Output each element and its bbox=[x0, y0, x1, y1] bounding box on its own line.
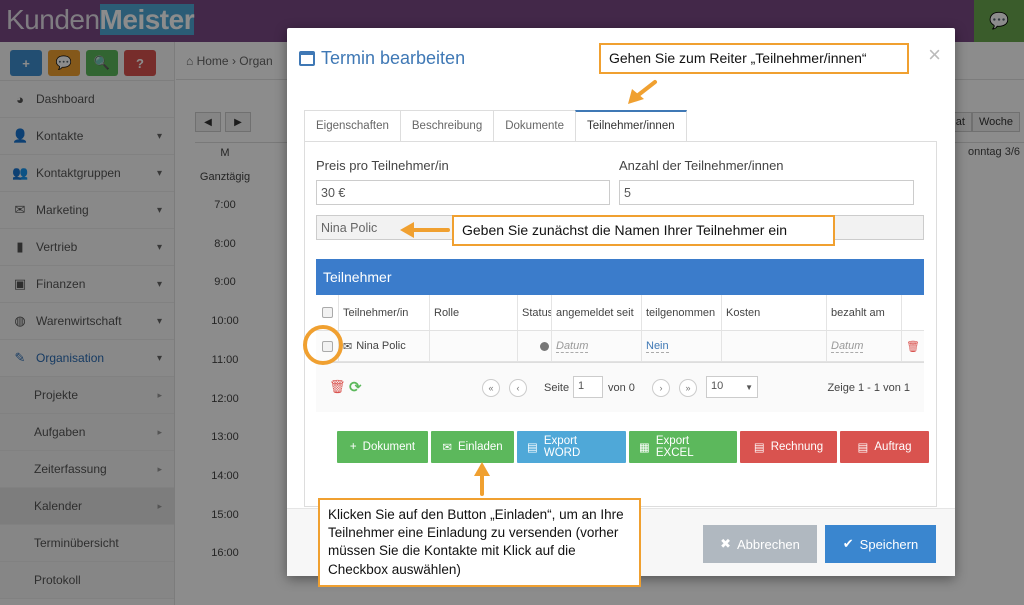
callout-tab-hint: Gehen Sie zum Reiter „Teilnehmer/innen“ bbox=[599, 43, 909, 74]
callout-invite-hint: Klicken Sie auf den Button „Einladen“, u… bbox=[318, 498, 641, 587]
arrow-head-names bbox=[400, 222, 414, 238]
arrow-head-invite bbox=[474, 462, 490, 476]
arrow-to-tab bbox=[635, 80, 657, 98]
checkbox-highlight-ring bbox=[303, 325, 343, 365]
callout-names-hint: Geben Sie zunächst die Namen Ihrer Teiln… bbox=[452, 215, 835, 246]
